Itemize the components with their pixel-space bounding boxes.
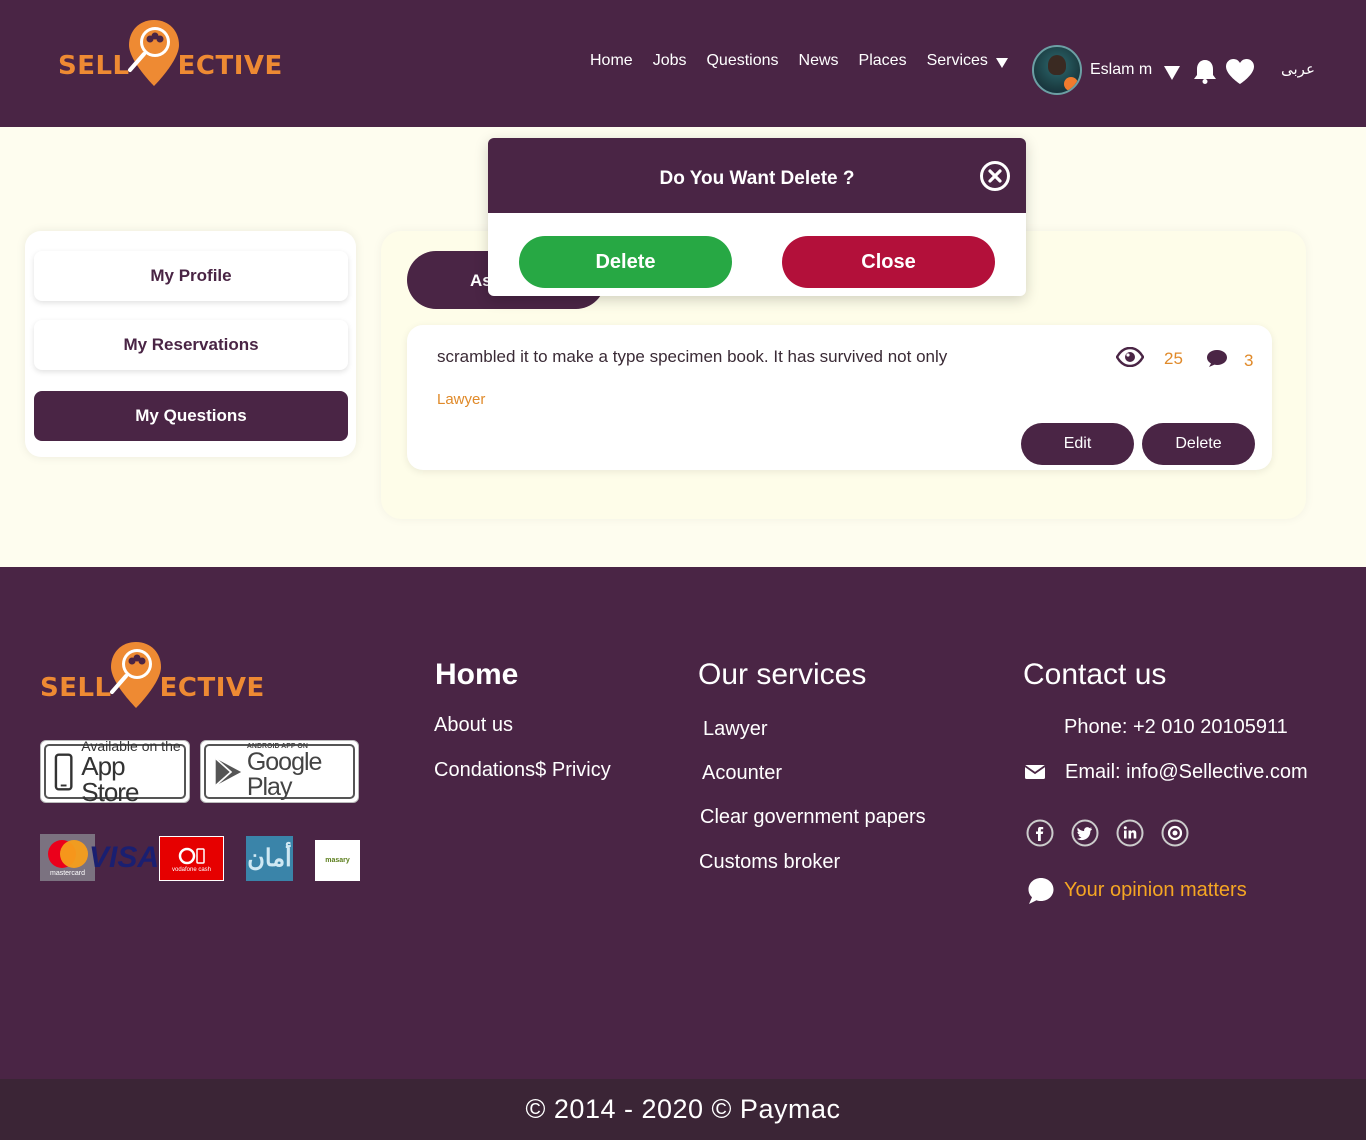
sidebar-item-my-profile[interactable]: My Profile (34, 251, 348, 301)
chat-bubble-icon (1028, 878, 1054, 904)
footer-link-conditions-privacy[interactable]: Condations$ Privicy (434, 759, 611, 782)
google-play-badge[interactable]: ANDROID APP ON Google Play (200, 740, 359, 803)
footer-link-customs-broker[interactable]: Customs broker (699, 851, 840, 874)
site-logo[interactable]: SELL ECTIVE (58, 18, 283, 88)
edit-button[interactable]: Edit (1021, 423, 1134, 465)
user-menu[interactable]: Eslam m (1032, 45, 1181, 95)
eye-icon (1116, 347, 1144, 367)
phone-icon (54, 752, 73, 791)
footer-contact-title: Contact us (1023, 658, 1167, 691)
question-card: scrambled it to make a type specimen boo… (407, 325, 1272, 470)
app-store-badge[interactable]: Available on the App Store (40, 739, 190, 807)
top-header: SELL ECTIVE Home Jobs Questions News Pla… (0, 0, 1366, 127)
masary-text: masary (325, 857, 350, 864)
profile-sidebar: My Profile My Reservations My Questions (25, 231, 356, 457)
aman-logo: أمان (246, 836, 293, 881)
linkedin-icon[interactable] (1115, 818, 1145, 848)
logo-pin-icon (109, 642, 161, 708)
views-count: 25 (1164, 349, 1183, 368)
instagram-icon[interactable] (1160, 818, 1190, 848)
nav-questions[interactable]: Questions (706, 52, 778, 70)
contact-phone[interactable]: Phone: +2 010 20105911 (1064, 716, 1288, 739)
bell-icon[interactable] (1193, 58, 1217, 84)
confirm-delete-button[interactable]: Delete (519, 236, 732, 288)
twitter-icon[interactable] (1070, 818, 1100, 848)
vodafone-cash-logo: vodafone cash (159, 836, 224, 881)
google-main-text: Google Play (246, 748, 323, 801)
visa-text: VISA (88, 841, 160, 874)
delete-button[interactable]: Delete (1142, 423, 1255, 465)
question-text: scrambled it to make a type specimen boo… (437, 347, 948, 366)
sidebar-item-my-questions[interactable]: My Questions (34, 391, 348, 441)
play-store-icon (215, 757, 242, 786)
heart-icon[interactable] (1225, 58, 1255, 85)
footer-link-acounter[interactable]: Acounter (702, 762, 782, 785)
opinion-link[interactable]: Your opinion matters (1064, 879, 1247, 902)
delete-confirm-modal: Do You Want Delete ? Delete Close (488, 138, 1026, 296)
language-switch[interactable]: عربى (1281, 60, 1315, 78)
footer-link-about[interactable]: About us (434, 714, 513, 737)
comment-icon (1207, 350, 1227, 367)
logo-word-right: ECTIVE (177, 51, 283, 81)
footer-link-lawyer[interactable]: Lawyer (703, 718, 767, 741)
nav-places[interactable]: Places (859, 52, 907, 70)
copyright-bar: © 2014 - 2020 © Paymac (0, 1079, 1366, 1140)
modal-close-button[interactable]: Close (782, 236, 995, 288)
visa-logo: VISA (89, 838, 159, 878)
footer-logo[interactable]: SELL ECTIVE (40, 640, 265, 710)
sidebar-item-my-reservations[interactable]: My Reservations (34, 320, 348, 370)
mastercard-logo: mastercard (40, 834, 95, 881)
user-name: Eslam m (1090, 61, 1153, 78)
logo-word-left: SELL (58, 51, 130, 81)
logo-word-right: ECTIVE (159, 673, 265, 703)
caret-down-icon (995, 58, 1008, 68)
avatar[interactable] (1032, 45, 1082, 95)
nav-services[interactable]: Services (927, 52, 988, 70)
envelope-icon (1024, 765, 1046, 779)
facebook-icon[interactable] (1025, 818, 1055, 848)
nav-home[interactable]: Home (590, 52, 633, 70)
logo-word-left: SELL (40, 673, 112, 703)
footer-services-title: Our services (698, 658, 867, 691)
copyright-text: © 2014 - 2020 © Paymac (525, 1094, 841, 1124)
mastercard-circles-icon (47, 840, 88, 868)
masary-logo: masary (315, 840, 360, 881)
contact-email[interactable]: Email: info@Sellective.com (1065, 761, 1308, 784)
question-category: Lawyer (437, 391, 486, 408)
footer-link-government-papers[interactable]: Clear government papers (700, 806, 926, 829)
nav-services-dropdown[interactable]: Services (927, 52, 1008, 70)
vodafone-cash-text: vodafone cash (171, 866, 212, 873)
nav-jobs[interactable]: Jobs (653, 52, 687, 70)
comments-count: 3 (1244, 351, 1254, 370)
caret-down-icon[interactable] (1164, 66, 1181, 80)
logo-pin-icon (127, 20, 179, 86)
main-nav: Home Jobs Questions News Places Services (590, 52, 1008, 70)
appstore-main-text: App Store (81, 750, 139, 807)
modal-title: Do You Want Delete ? (659, 168, 855, 189)
nav-news[interactable]: News (799, 52, 839, 70)
close-icon[interactable] (979, 160, 1011, 192)
mastercard-text: mastercard (49, 870, 85, 877)
vodafone-icon (178, 847, 205, 864)
footer-home-title: Home (435, 658, 519, 691)
aman-text: أمان (247, 845, 292, 872)
